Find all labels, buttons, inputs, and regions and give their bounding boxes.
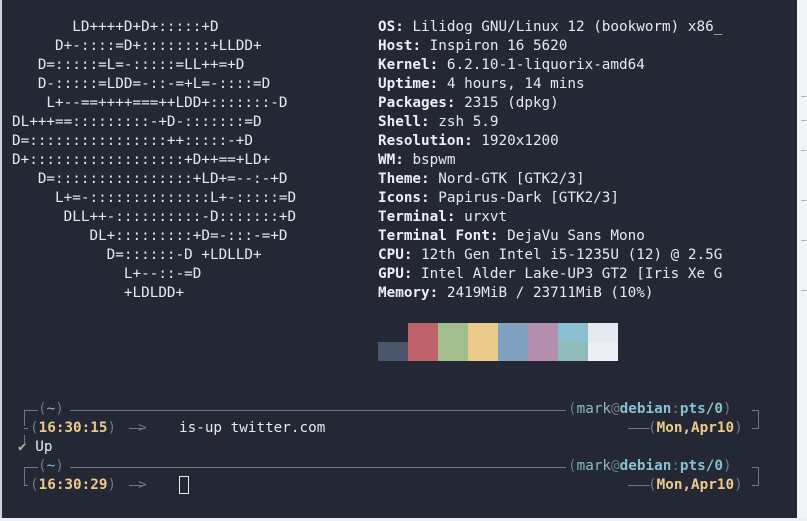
info-key: GPU <box>378 266 404 282</box>
prompt-user-host: (mark@debian:pts/0) <box>568 401 732 417</box>
info-key: Terminal <box>378 209 447 225</box>
color-swatch <box>468 323 498 361</box>
info-key: WM <box>378 152 396 168</box>
logo-line: D=::::::::::::::::++:::::-+D <box>12 133 254 149</box>
color-swatch <box>528 323 558 361</box>
info-row: Uptime: 4 hours, 14 mins <box>378 76 585 92</box>
info-key: Uptime <box>378 76 430 92</box>
info-key: Memory <box>378 285 430 301</box>
info-key: Terminal Font <box>378 228 490 244</box>
info-row: CPU: 12th Gen Intel i5-1235U (12) @ 2.5G <box>378 247 723 263</box>
info-value: Nord-GTK [GTK2/3] <box>438 171 585 187</box>
info-value: 2419MiB / 23711MiB (10%) <box>446 285 654 301</box>
info-value: 12th Gen Intel i5-1235U (12) @ 2.5G <box>421 247 723 263</box>
info-row: Shell: zsh 5.9 <box>378 114 499 130</box>
prompt-date: (Mon,Apr10) <box>648 477 743 493</box>
info-row: Icons: Papirus-Dark [GTK2/3] <box>378 190 620 206</box>
info-key: CPU <box>378 247 404 263</box>
logo-line: DLL++-::::::::::-D:::::::+D <box>12 209 297 225</box>
info-value: Intel Alder Lake-UP3 GT2 [Iris Xe G <box>421 266 723 282</box>
prompt-arrow: > <box>138 420 147 436</box>
logo-line: D+::::::::::::::::::+D++==+LD+ <box>12 152 271 168</box>
logo-line: LD++++D+D+:::::+D <box>12 19 219 35</box>
info-row: Resolution: 1920x1200 <box>378 133 559 149</box>
info-value: DejaVu Sans Mono <box>507 228 645 244</box>
logo-line: +LDLDD+ <box>12 285 185 301</box>
system-info-list: OS: Lilidog GNU/Linux 12 (bookworm) x86_… <box>378 18 722 303</box>
command-output: ✔ Up <box>18 439 53 455</box>
command-input[interactable] <box>177 476 189 495</box>
prompt-time: (16:30:15) <box>30 420 117 436</box>
terminal-window[interactable]: LD++++D+D+:::::+D D+-::::=D+::::::::+LLD… <box>2 0 797 518</box>
info-row: Terminal: urxvt <box>378 209 508 225</box>
info-key: Resolution <box>378 133 465 149</box>
info-row: OS: Lilidog GNU/Linux 12 (bookworm) x86_ <box>378 19 723 35</box>
color-swatch <box>558 323 588 361</box>
color-palette <box>378 323 618 361</box>
logo-line: D+-::::=D+::::::::+LLDD+ <box>12 38 262 54</box>
color-swatch <box>498 323 528 361</box>
color-swatch <box>378 323 408 361</box>
info-value: 6.2.10-1-liquorix-amd64 <box>446 57 645 73</box>
info-value: Lilidog GNU/Linux 12 (bookworm) x86_ <box>412 19 723 35</box>
info-value: urxvt <box>464 209 508 225</box>
command-text: is-up twitter.com <box>179 420 326 436</box>
color-swatch <box>588 323 618 361</box>
info-value: 1920x1200 <box>481 133 559 149</box>
info-row: WM: bspwm <box>378 152 456 168</box>
info-value: 4 hours, 14 mins <box>446 76 585 92</box>
info-row: Host: Inspiron 16 5620 <box>378 38 568 54</box>
prompt-arrow: > <box>138 477 147 493</box>
text-cursor <box>179 476 189 494</box>
logo-line: D-:::::=LDD=-::-=+L=-::::=D <box>12 76 271 92</box>
info-key: Host <box>378 38 413 54</box>
info-key: Icons <box>378 190 422 206</box>
info-key: OS <box>378 19 396 35</box>
prompt-dir: (~) <box>38 401 64 417</box>
logo-line: L+--::-=D <box>12 266 202 282</box>
prompt-time: (16:30:29) <box>30 477 117 493</box>
logo-line: L+=-::::::::::::::L+-:::::=D <box>12 190 297 206</box>
info-value: 2315 (dpkg) <box>464 95 559 111</box>
logo-line: L+--==++++===++LDD+:::::::-D <box>12 95 288 111</box>
info-row: Theme: Nord-GTK [GTK2/3] <box>378 171 585 187</box>
prompt-user-host: (mark@debian:pts/0) <box>568 458 732 474</box>
color-swatch <box>438 323 468 361</box>
info-row: GPU: Intel Alder Lake-UP3 GT2 [Iris Xe G <box>378 266 723 282</box>
info-row: Kernel: 6.2.10-1-liquorix-amd64 <box>378 57 645 73</box>
desktop-edge-right <box>797 0 807 521</box>
color-swatch <box>408 323 438 361</box>
logo-line: DL+:::::::::+D=-:::-=+D <box>12 228 288 244</box>
logo-line: D=:::::=L=-:::::=LL++=+D <box>12 57 245 73</box>
info-value: bspwm <box>412 152 456 168</box>
info-row: Memory: 2419MiB / 23711MiB (10%) <box>378 285 654 301</box>
logo-line: DL+++==:::::::::-+D-:::::::=D <box>12 114 262 130</box>
prompt-dir: (~) <box>38 458 64 474</box>
info-key: Shell <box>378 114 422 130</box>
info-row: Packages: 2315 (dpkg) <box>378 95 559 111</box>
logo-line: D=::::::::::::::::+LD+=--:-+D <box>12 171 288 187</box>
prompt-date: (Mon,Apr10) <box>648 420 743 436</box>
info-key: Packages <box>378 95 447 111</box>
info-row: Terminal Font: DejaVu Sans Mono <box>378 228 645 244</box>
info-value: Papirus-Dark [GTK2/3] <box>438 190 620 206</box>
info-key: Kernel <box>378 57 430 73</box>
distro-ascii-logo: LD++++D+D+:::::+D D+-::::=D+::::::::+LLD… <box>12 18 296 303</box>
logo-line: D=::::::-D +LDLLD+ <box>12 247 262 263</box>
info-key: Theme <box>378 171 422 187</box>
info-value: zsh 5.9 <box>438 114 499 130</box>
info-value: Inspiron 16 5620 <box>429 38 568 54</box>
check-icon: ✔ <box>18 439 27 455</box>
